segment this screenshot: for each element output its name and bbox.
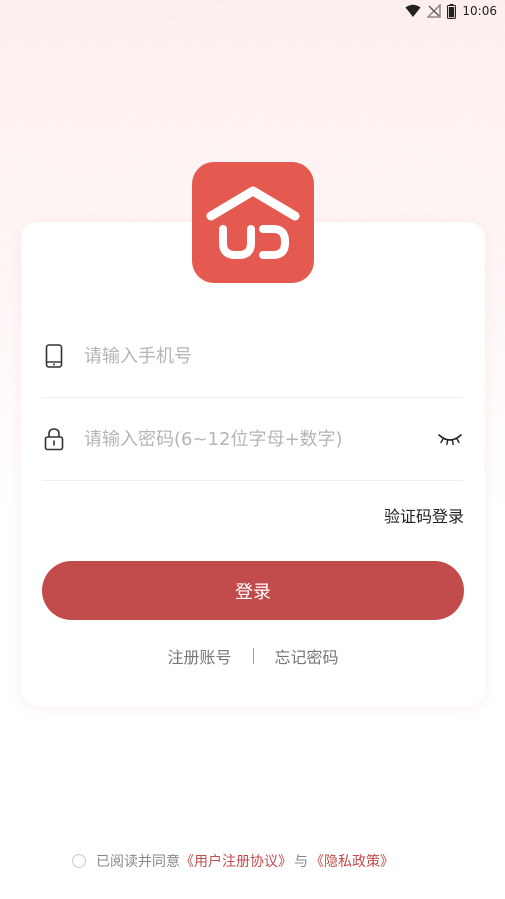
battery-icon [447,3,457,19]
links-divider [252,648,254,664]
register-link[interactable]: 注册账号 [167,644,231,668]
password-input[interactable] [84,428,437,450]
eye-closed-icon[interactable] [437,431,463,447]
agreement-checkbox[interactable] [72,854,86,868]
forgot-password-link[interactable]: 忘记密码 [275,644,339,668]
login-button[interactable]: 登录 [42,561,464,620]
wifi-icon [405,4,421,18]
house-logo-icon [206,186,300,259]
code-login-link[interactable]: 验证码登录 [360,503,464,527]
phone-input[interactable] [84,345,463,367]
clock-time: 10:06 [462,4,497,18]
agreement-conjunction: 与 [294,854,308,870]
user-agreement-link[interactable]: 《用户注册协议》 [180,851,292,871]
privacy-policy-link[interactable]: 《隐私政策》 [310,851,394,871]
agreement-row: 已阅读并同意 《用户注册协议》 与 《隐私政策》 [72,850,394,872]
agreement-prefix: 已阅读并同意 [96,854,180,870]
status-bar: 10:06 [0,0,505,22]
phone-field-row [42,315,463,398]
lock-icon [42,427,66,451]
app-logo [192,162,314,283]
phone-icon [42,344,66,368]
password-field-row [42,398,463,481]
no-signal-icon [427,4,442,18]
account-links: 注册账号 忘记密码 [21,644,485,668]
